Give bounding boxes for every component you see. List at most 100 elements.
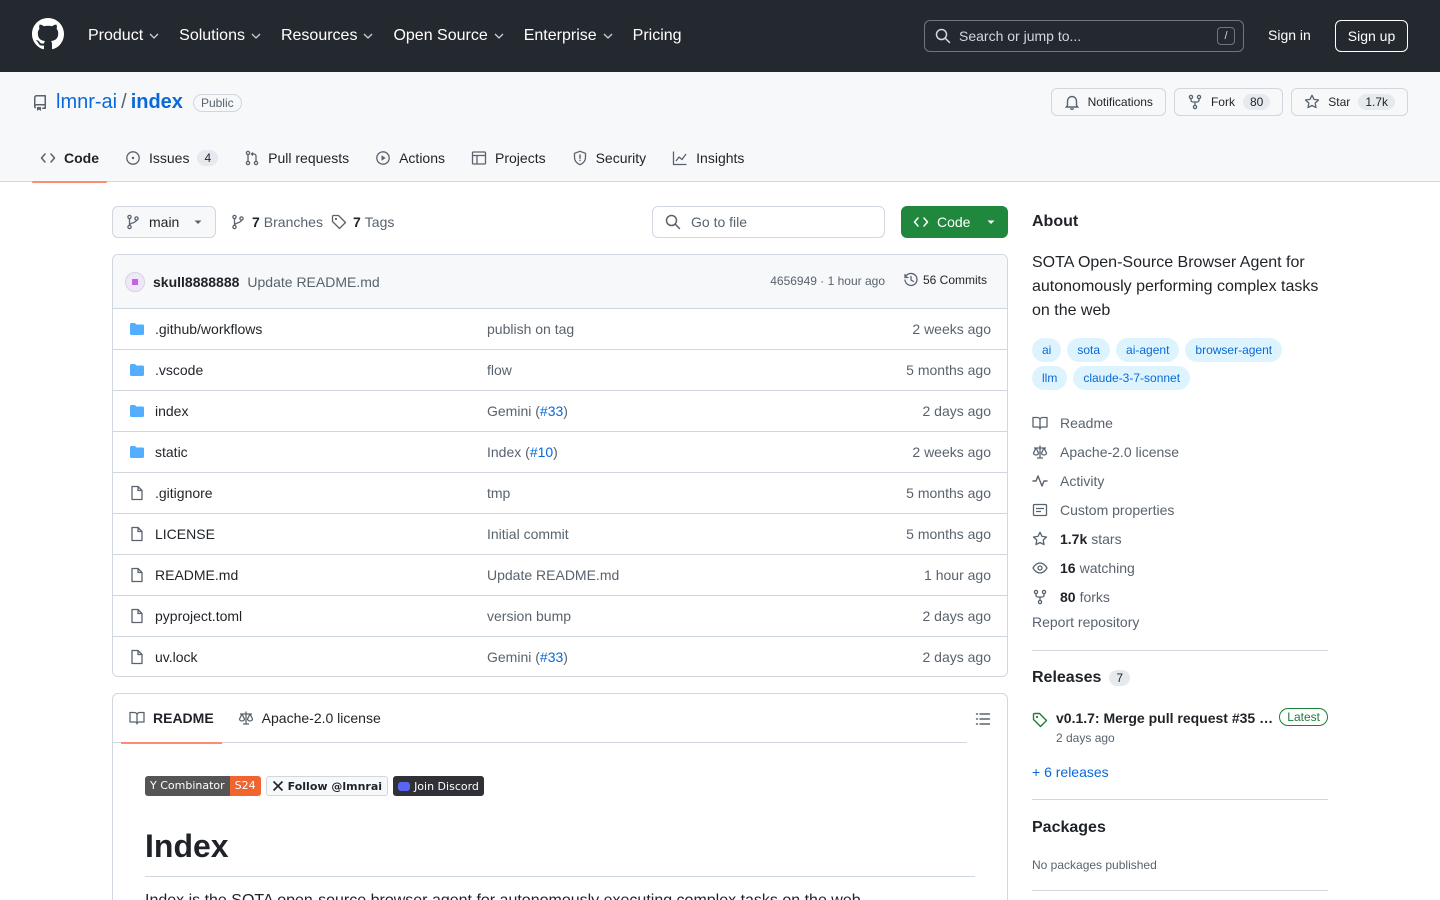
file-commit-message[interactable]: Index (#10) (487, 444, 558, 460)
commit-message-text: Update README.md (487, 567, 620, 583)
issue-link[interactable]: #10 (530, 444, 553, 460)
file-commit-message[interactable]: version bump (487, 608, 571, 624)
branches-link[interactable]: 7 Branches (230, 214, 323, 230)
commit-message-end: ) (563, 649, 568, 665)
topic-llm[interactable]: llm (1032, 366, 1068, 390)
file-commit-message[interactable]: flow (487, 362, 512, 378)
tag-icon (331, 214, 347, 230)
more-releases-link[interactable]: + 6 releases (1032, 764, 1109, 780)
file-commit-message[interactable]: tmp (487, 485, 510, 501)
topic-ai-agent[interactable]: ai-agent (1116, 338, 1180, 362)
table-row[interactable]: .github/workflows publish on tag 2 weeks a… (113, 309, 1007, 350)
file-name-link[interactable]: static (155, 444, 188, 460)
table-row[interactable]: README.md Update README.md 1 hour ago (113, 555, 1007, 596)
notifications-button[interactable]: Notifications (1050, 88, 1166, 116)
about-link-watching[interactable]: 16 watching (1032, 553, 1328, 582)
nav-enterprise[interactable]: Enterprise (524, 16, 615, 56)
code-dropdown-button[interactable]: Code (901, 206, 1008, 238)
nav-product[interactable]: Product (88, 16, 161, 56)
ycombinator-badge[interactable]: Y Combinator S24 (145, 776, 261, 796)
tab-security[interactable]: Security (564, 134, 655, 182)
nav-resources[interactable]: Resources (281, 16, 375, 56)
file-commit-message[interactable]: publish on tag (487, 321, 574, 337)
file-name-link[interactable]: LICENSE (155, 526, 215, 542)
table-row[interactable]: .gitignore tmp 5 months ago (113, 473, 1007, 514)
about-link-stars[interactable]: 1.7k stars (1032, 524, 1328, 553)
tab-license[interactable]: Apache-2.0 license (230, 694, 389, 743)
about-link-activity[interactable]: Activity (1032, 466, 1328, 495)
issue-link[interactable]: #33 (540, 649, 563, 665)
about-link-forks[interactable]: 80 forks (1032, 582, 1328, 611)
commit-message-link[interactable]: Update README.md (247, 274, 379, 290)
sign-up-button[interactable]: Sign up (1335, 20, 1408, 52)
topic-browser-agent[interactable]: browser-agent (1185, 338, 1283, 362)
topic-sota[interactable]: sota (1067, 338, 1111, 362)
branch-select-button[interactable]: main (112, 206, 216, 238)
releases-heading[interactable]: Releases 7 (1032, 669, 1131, 687)
about-link-label: Custom properties (1060, 501, 1175, 518)
go-to-file-input[interactable]: Go to file (652, 206, 885, 238)
table-row[interactable]: LICENSE Initial commit 5 months ago (113, 514, 1007, 555)
file-commit-message[interactable]: Gemini (#33) (487, 649, 568, 665)
report-repository-link[interactable]: Report repository (1032, 614, 1139, 630)
avatar[interactable] (125, 271, 145, 292)
about-link-readme[interactable]: Readme (1032, 408, 1328, 437)
file-name-link[interactable]: .github/workflows (155, 321, 262, 337)
tab-code[interactable]: Code (32, 134, 107, 183)
global-search-input[interactable]: Search or jump to... / (924, 20, 1244, 52)
repo-name-link[interactable]: index (131, 91, 183, 114)
tab-pull-requests[interactable]: Pull requests (236, 134, 357, 182)
file-commit-message[interactable]: Gemini (#33) (487, 403, 568, 419)
packages-heading[interactable]: Packages (1032, 819, 1106, 837)
release-name[interactable]: v0.1.7: Merge pull request #35 from lmnr… (1056, 710, 1274, 726)
file-name-link[interactable]: uv.lock (155, 649, 198, 665)
x-follow-badge[interactable]: Follow @lmnrai (265, 776, 389, 796)
commit-author-link[interactable]: skull8888888 (153, 274, 239, 290)
tab-label: Security (595, 150, 647, 166)
fork-button[interactable]: Fork 80 (1173, 88, 1284, 116)
tab-insights[interactable]: Insights (664, 134, 752, 182)
tags-link[interactable]: 7 Tags (331, 214, 394, 230)
nav-pricing[interactable]: Pricing (633, 16, 682, 56)
tab-readme[interactable]: README (121, 694, 222, 744)
nav-solutions[interactable]: Solutions (179, 16, 263, 56)
file-name-link[interactable]: .gitignore (155, 485, 213, 501)
file-commit-message[interactable]: Update README.md (487, 567, 619, 583)
file-commit-message[interactable]: Initial commit (487, 526, 569, 542)
table-row[interactable]: uv.lock Gemini (#33) 2 days ago (113, 637, 1007, 676)
table-row[interactable]: pyproject.toml version bump 2 days ago (113, 596, 1007, 637)
fork-count: 80 (1242, 94, 1271, 110)
file-name-link[interactable]: .vscode (155, 362, 203, 378)
repo-tabs: Code Issues 4 Pull requests Actions Projects S… (32, 134, 762, 183)
branches-label: Branches (263, 214, 323, 230)
chevron-down-icon (149, 33, 159, 39)
discord-badge[interactable]: Join Discord (393, 776, 484, 796)
repo-owner-link[interactable]: lmnr-ai (56, 91, 117, 114)
commit-message-text: tmp (487, 485, 511, 501)
table-row[interactable]: index Gemini (#33) 2 days ago (113, 391, 1007, 432)
file-name-link[interactable]: README.md (155, 567, 238, 583)
topic-ai[interactable]: ai (1032, 338, 1062, 362)
commits-history-link[interactable]: 56 Commits (903, 272, 987, 288)
tab-projects[interactable]: Projects (463, 134, 554, 182)
table-row[interactable]: static Index (#10) 2 weeks ago (113, 432, 1007, 473)
about-link-label: stars (1091, 530, 1122, 547)
star-count: 1.7k (1358, 94, 1395, 110)
global-header: Product Solutions Resources Open Source Ente… (0, 0, 1440, 72)
tab-issues[interactable]: Issues 4 (117, 134, 226, 182)
folder-icon (130, 446, 144, 458)
about-link-custom-properties[interactable]: Custom properties (1032, 495, 1328, 524)
commit-hash-time[interactable]: 4656949 · 1 hour ago (770, 274, 885, 288)
about-link-apache-2-0-license[interactable]: Apache-2.0 license (1032, 437, 1328, 466)
issue-link[interactable]: #33 (540, 403, 563, 419)
list-outline-icon[interactable] (975, 711, 991, 727)
tab-actions[interactable]: Actions (367, 134, 453, 182)
github-logo-icon[interactable] (32, 18, 64, 50)
topic-claude-3-7-sonnet[interactable]: claude-3-7-sonnet (1073, 366, 1191, 390)
file-name-link[interactable]: index (155, 403, 188, 419)
star-button[interactable]: Star 1.7k (1291, 88, 1408, 116)
nav-open-source[interactable]: Open Source (393, 16, 505, 56)
file-name-link[interactable]: pyproject.toml (155, 608, 242, 624)
table-row[interactable]: .vscode flow 5 months ago (113, 350, 1007, 391)
sign-in-link[interactable]: Sign in (1268, 27, 1311, 43)
